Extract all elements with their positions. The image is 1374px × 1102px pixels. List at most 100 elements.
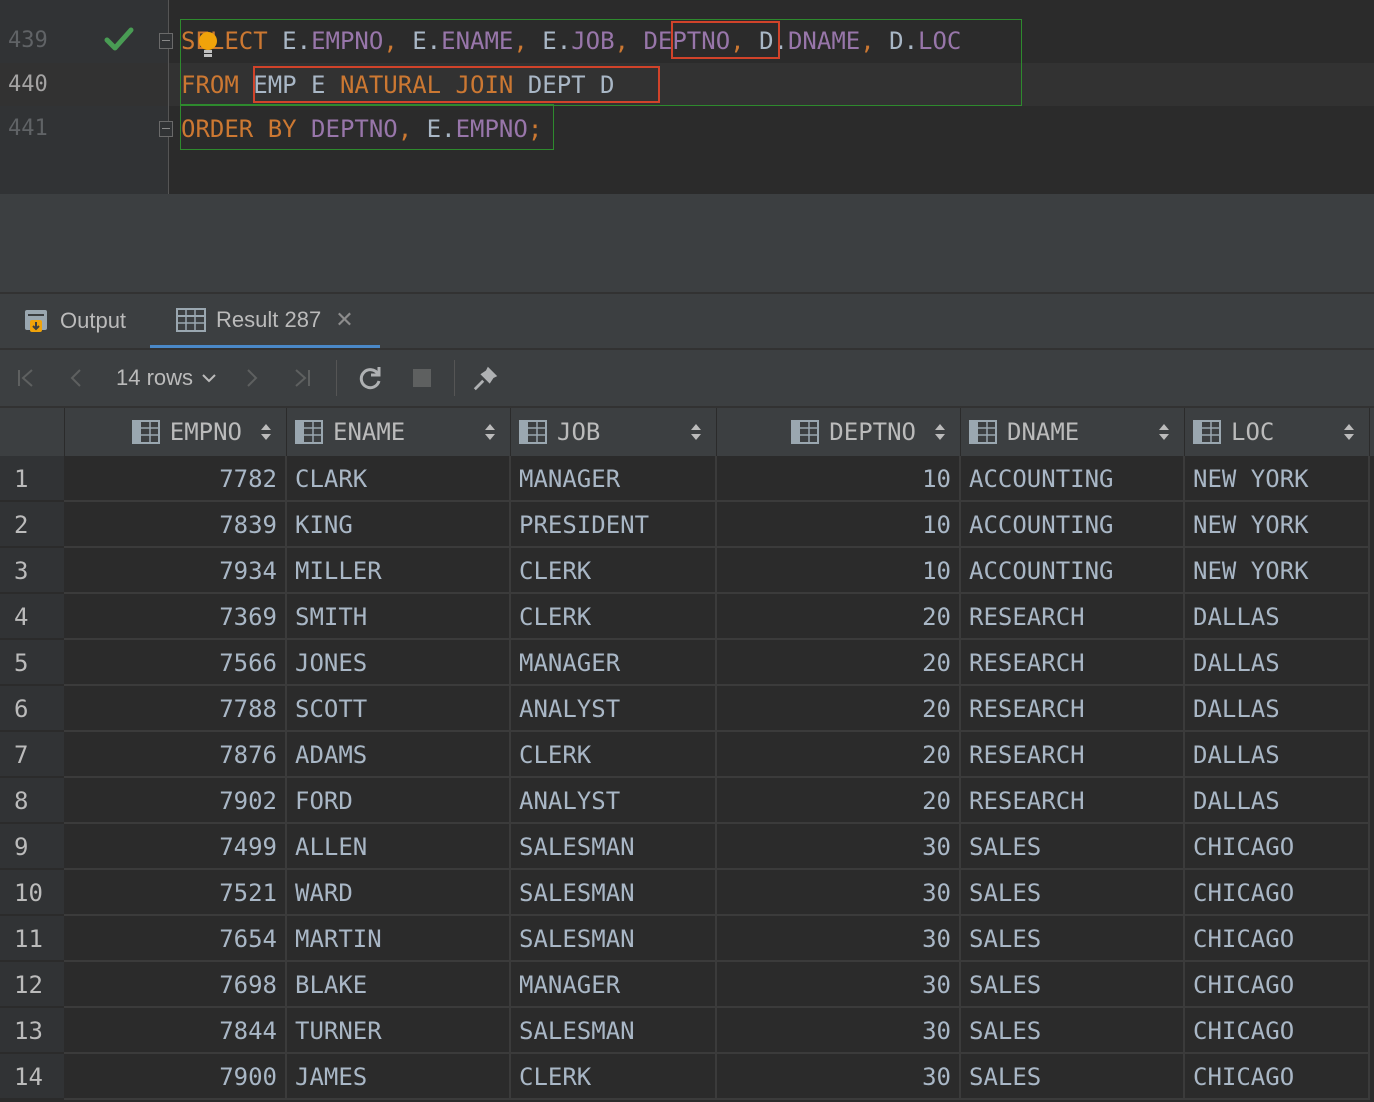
- cell-deptno[interactable]: 10: [717, 456, 961, 502]
- row-number[interactable]: 6: [0, 686, 64, 732]
- sort-icon[interactable]: [690, 422, 702, 442]
- row-number[interactable]: 5: [0, 640, 64, 686]
- cell-empno[interactable]: 7521: [64, 870, 287, 916]
- cell-empno[interactable]: 7698: [64, 962, 287, 1008]
- last-page-icon[interactable]: [288, 364, 316, 392]
- column-header-ename[interactable]: ENAME: [287, 408, 511, 456]
- cell-dname[interactable]: SALES: [961, 870, 1185, 916]
- cell-dname[interactable]: RESEARCH: [961, 640, 1185, 686]
- refresh-icon[interactable]: [356, 364, 384, 392]
- cell-job[interactable]: CLERK: [511, 732, 717, 778]
- row-number[interactable]: 10: [0, 870, 64, 916]
- cell-job[interactable]: SALESMAN: [511, 870, 717, 916]
- table-row[interactable]: 12 7698 BLAKE MANAGER 30 SALES CHICAGO: [0, 962, 1374, 1008]
- cell-ename[interactable]: MILLER: [287, 548, 511, 594]
- table-row[interactable]: 9 7499 ALLEN SALESMAN 30 SALES CHICAGO: [0, 824, 1374, 870]
- cell-dname[interactable]: ACCOUNTING: [961, 548, 1185, 594]
- cell-dname[interactable]: SALES: [961, 824, 1185, 870]
- row-number[interactable]: 1: [0, 456, 64, 502]
- cell-ename[interactable]: WARD: [287, 870, 511, 916]
- cell-loc[interactable]: CHICAGO: [1185, 1054, 1370, 1100]
- cell-ename[interactable]: ADAMS: [287, 732, 511, 778]
- cell-dname[interactable]: ACCOUNTING: [961, 502, 1185, 548]
- cell-ename[interactable]: KING: [287, 502, 511, 548]
- cell-loc[interactable]: CHICAGO: [1185, 870, 1370, 916]
- cell-ename[interactable]: BLAKE: [287, 962, 511, 1008]
- cell-loc[interactable]: DALLAS: [1185, 778, 1370, 824]
- cell-job[interactable]: SALESMAN: [511, 824, 717, 870]
- row-number[interactable]: 12: [0, 962, 64, 1008]
- cell-ename[interactable]: SCOTT: [287, 686, 511, 732]
- table-row[interactable]: 4 7369 SMITH CLERK 20 RESEARCH DALLAS: [0, 594, 1374, 640]
- cell-ename[interactable]: CLARK: [287, 456, 511, 502]
- table-row[interactable]: 2 7839 KING PRESIDENT 10 ACCOUNTING NEW YORK: [0, 502, 1374, 548]
- cell-dname[interactable]: SALES: [961, 916, 1185, 962]
- cell-job[interactable]: CLERK: [511, 1054, 717, 1100]
- cell-ename[interactable]: TURNER: [287, 1008, 511, 1054]
- cell-loc[interactable]: CHICAGO: [1185, 962, 1370, 1008]
- cell-dname[interactable]: RESEARCH: [961, 594, 1185, 640]
- cell-empno[interactable]: 7566: [64, 640, 287, 686]
- cell-ename[interactable]: MARTIN: [287, 916, 511, 962]
- cell-job[interactable]: MANAGER: [511, 962, 717, 1008]
- cell-ename[interactable]: JONES: [287, 640, 511, 686]
- table-row[interactable]: 3 7934 MILLER CLERK 10 ACCOUNTING NEW YORK: [0, 548, 1374, 594]
- cell-loc[interactable]: DALLAS: [1185, 686, 1370, 732]
- cell-job[interactable]: SALESMAN: [511, 916, 717, 962]
- cell-empno[interactable]: 7902: [64, 778, 287, 824]
- column-header-job[interactable]: JOB: [511, 408, 717, 456]
- cell-dname[interactable]: RESEARCH: [961, 778, 1185, 824]
- cell-dname[interactable]: SALES: [961, 962, 1185, 1008]
- sort-icon[interactable]: [260, 422, 272, 442]
- cell-loc[interactable]: CHICAGO: [1185, 824, 1370, 870]
- fold-start-icon[interactable]: [159, 33, 173, 49]
- row-number[interactable]: 8: [0, 778, 64, 824]
- row-number[interactable]: 2: [0, 502, 64, 548]
- row-number[interactable]: 3: [0, 548, 64, 594]
- cell-deptno[interactable]: 20: [717, 686, 961, 732]
- sort-icon[interactable]: [1158, 422, 1170, 442]
- cell-dname[interactable]: SALES: [961, 1054, 1185, 1100]
- row-number[interactable]: 9: [0, 824, 64, 870]
- table-row[interactable]: 6 7788 SCOTT ANALYST 20 RESEARCH DALLAS: [0, 686, 1374, 732]
- cell-deptno[interactable]: 20: [717, 732, 961, 778]
- cell-empno[interactable]: 7369: [64, 594, 287, 640]
- table-row[interactable]: 10 7521 WARD SALESMAN 30 SALES CHICAGO: [0, 870, 1374, 916]
- cell-empno[interactable]: 7844: [64, 1008, 287, 1054]
- cell-job[interactable]: SALESMAN: [511, 1008, 717, 1054]
- cell-empno[interactable]: 7839: [64, 502, 287, 548]
- cell-loc[interactable]: NEW YORK: [1185, 502, 1370, 548]
- cell-empno[interactable]: 7782: [64, 456, 287, 502]
- tab-output[interactable]: Output: [24, 294, 126, 348]
- cell-loc[interactable]: NEW YORK: [1185, 456, 1370, 502]
- cell-job[interactable]: CLERK: [511, 594, 717, 640]
- cell-job[interactable]: MANAGER: [511, 640, 717, 686]
- row-number[interactable]: 4: [0, 594, 64, 640]
- cell-dname[interactable]: RESEARCH: [961, 686, 1185, 732]
- cell-ename[interactable]: JAMES: [287, 1054, 511, 1100]
- table-row[interactable]: 11 7654 MARTIN SALESMAN 30 SALES CHICAGO: [0, 916, 1374, 962]
- cell-deptno[interactable]: 20: [717, 594, 961, 640]
- cell-loc[interactable]: CHICAGO: [1185, 1008, 1370, 1054]
- cell-ename[interactable]: SMITH: [287, 594, 511, 640]
- table-row[interactable]: 13 7844 TURNER SALESMAN 30 SALES CHICAGO: [0, 1008, 1374, 1054]
- cell-job[interactable]: ANALYST: [511, 686, 717, 732]
- cell-dname[interactable]: ACCOUNTING: [961, 456, 1185, 502]
- table-row[interactable]: 8 7902 FORD ANALYST 20 RESEARCH DALLAS: [0, 778, 1374, 824]
- cell-deptno[interactable]: 30: [717, 962, 961, 1008]
- sort-icon[interactable]: [1343, 422, 1355, 442]
- sql-editor[interactable]: 439 440 441 SELECT E.EMPNO, E.ENAME, E.J…: [0, 0, 1374, 194]
- cell-deptno[interactable]: 30: [717, 824, 961, 870]
- cell-job[interactable]: CLERK: [511, 548, 717, 594]
- close-icon[interactable]: ✕: [335, 307, 353, 333]
- result-grid[interactable]: EMPNO ENAME JOB DEPTNO DNAME LOC 1 7782 …: [0, 406, 1374, 1102]
- table-row[interactable]: 7 7876 ADAMS CLERK 20 RESEARCH DALLAS: [0, 732, 1374, 778]
- cell-deptno[interactable]: 10: [717, 502, 961, 548]
- cell-loc[interactable]: NEW YORK: [1185, 548, 1370, 594]
- cell-empno[interactable]: 7788: [64, 686, 287, 732]
- cell-dname[interactable]: RESEARCH: [961, 732, 1185, 778]
- cell-empno[interactable]: 7499: [64, 824, 287, 870]
- cell-empno[interactable]: 7876: [64, 732, 287, 778]
- column-header-deptno[interactable]: DEPTNO: [717, 408, 961, 456]
- first-page-icon[interactable]: [12, 364, 40, 392]
